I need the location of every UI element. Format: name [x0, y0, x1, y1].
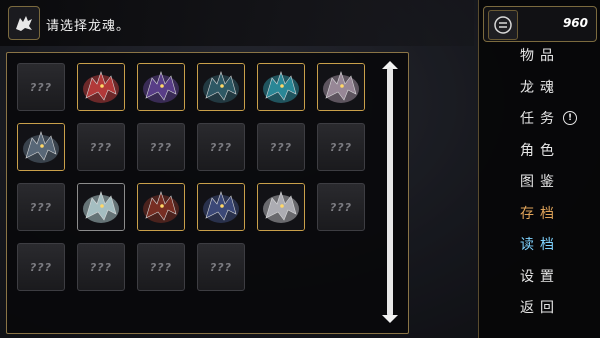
empty-soul-slot[interactable]: ??? [257, 123, 305, 171]
dragon-soul-slot[interactable] [17, 123, 65, 171]
unknown-label: ??? [149, 140, 173, 154]
alert-icon: ! [563, 111, 577, 125]
dragon-soul-slot[interactable] [77, 63, 125, 111]
empty-soul-slot[interactable]: ??? [317, 183, 365, 231]
menu-item-label: 图鉴 [520, 174, 560, 190]
dragon-soul-slot[interactable] [197, 63, 245, 111]
currency-display: 960 [483, 6, 597, 42]
menu-item-character[interactable]: 角色 [479, 139, 600, 163]
dark-blue-dragon-icon [198, 184, 244, 230]
dragon-soul-slot[interactable] [137, 63, 185, 111]
empty-soul-slot[interactable]: ??? [137, 243, 185, 291]
unknown-label: ??? [29, 260, 53, 274]
menu-item-load[interactable]: 读档 [479, 233, 600, 257]
unknown-label: ??? [29, 80, 53, 94]
menu-item-label: 任务 [520, 111, 560, 127]
cyan-dragon-icon [258, 64, 304, 110]
menu-item-label: 返回 [520, 300, 560, 316]
unknown-label: ??? [269, 140, 293, 154]
unknown-label: ??? [209, 260, 233, 274]
menu-item-dragon-soul[interactable]: 龙魂 [479, 76, 600, 100]
unknown-label: ??? [89, 140, 113, 154]
unknown-label: ??? [329, 140, 353, 154]
scrollbar[interactable] [380, 61, 400, 323]
menu-item-label: 角色 [520, 142, 560, 159]
menu-item-save[interactable]: 存档 [479, 202, 600, 226]
empty-soul-slot[interactable]: ??? [77, 243, 125, 291]
crimson-dragon-icon [138, 184, 184, 230]
dragon-soul-slot[interactable] [77, 183, 125, 231]
dragon-soul-slot[interactable] [257, 63, 305, 111]
unknown-label: ??? [329, 200, 353, 214]
steel-dragon-icon [18, 124, 64, 170]
dragon-soul-slot[interactable] [137, 183, 185, 231]
dragon-soul-grid: ???????????????????????????????????? [17, 63, 369, 313]
scroll-down-arrow-icon[interactable] [382, 315, 398, 323]
dragon-soul-slot[interactable] [257, 183, 305, 231]
side-menu-panel: 960 物品龙魂任务! 角色图鉴存档读档设置返回 [478, 0, 600, 338]
menu-item-label: 读档 [520, 237, 560, 253]
dragon-soul-panel: ???????????????????????????????????? [6, 52, 409, 334]
red-dragon-icon [78, 64, 124, 110]
silver-dragon-icon [258, 184, 304, 230]
unknown-label: ??? [89, 260, 113, 274]
coin-icon [488, 10, 518, 40]
unknown-label: ??? [209, 140, 233, 154]
currency-value: 960 [562, 16, 588, 30]
teal-yellow-dragon-icon [198, 64, 244, 110]
empty-soul-slot[interactable]: ??? [137, 123, 185, 171]
empty-soul-slot[interactable]: ??? [17, 63, 65, 111]
white-red-dragon-icon [318, 64, 364, 110]
menu-item-label: 存档 [520, 205, 560, 222]
dragon-soul-slot[interactable] [197, 183, 245, 231]
empty-soul-slot[interactable]: ??? [197, 123, 245, 171]
prompt-bar: 请选择龙魂。 [0, 0, 474, 46]
menu-item-label: 设置 [520, 268, 560, 285]
menu-item-settings[interactable]: 设置 [479, 265, 600, 289]
menu-item-items[interactable]: 物品 [479, 44, 600, 68]
empty-soul-slot[interactable]: ??? [77, 123, 125, 171]
prompt-text: 请选择龙魂。 [46, 19, 131, 34]
ice-dragon-icon [78, 184, 124, 230]
empty-soul-slot[interactable]: ??? [17, 243, 65, 291]
dragon-soul-slot[interactable] [317, 63, 365, 111]
scroll-thumb[interactable] [387, 67, 393, 317]
empty-soul-slot[interactable]: ??? [317, 123, 365, 171]
menu-item-codex[interactable]: 图鉴 [479, 170, 600, 194]
menu-item-label: 龙魂 [520, 79, 560, 96]
menu-item-back[interactable]: 返回 [479, 296, 600, 320]
unknown-label: ??? [149, 260, 173, 274]
menu-item-quests[interactable]: 任务! [479, 107, 600, 131]
unknown-label: ??? [29, 200, 53, 214]
empty-soul-slot[interactable]: ??? [197, 243, 245, 291]
menu-item-label: 物品 [520, 48, 560, 64]
empty-soul-slot[interactable]: ??? [17, 183, 65, 231]
purple-dragon-icon [138, 64, 184, 110]
dragon-head-icon [8, 6, 40, 40]
